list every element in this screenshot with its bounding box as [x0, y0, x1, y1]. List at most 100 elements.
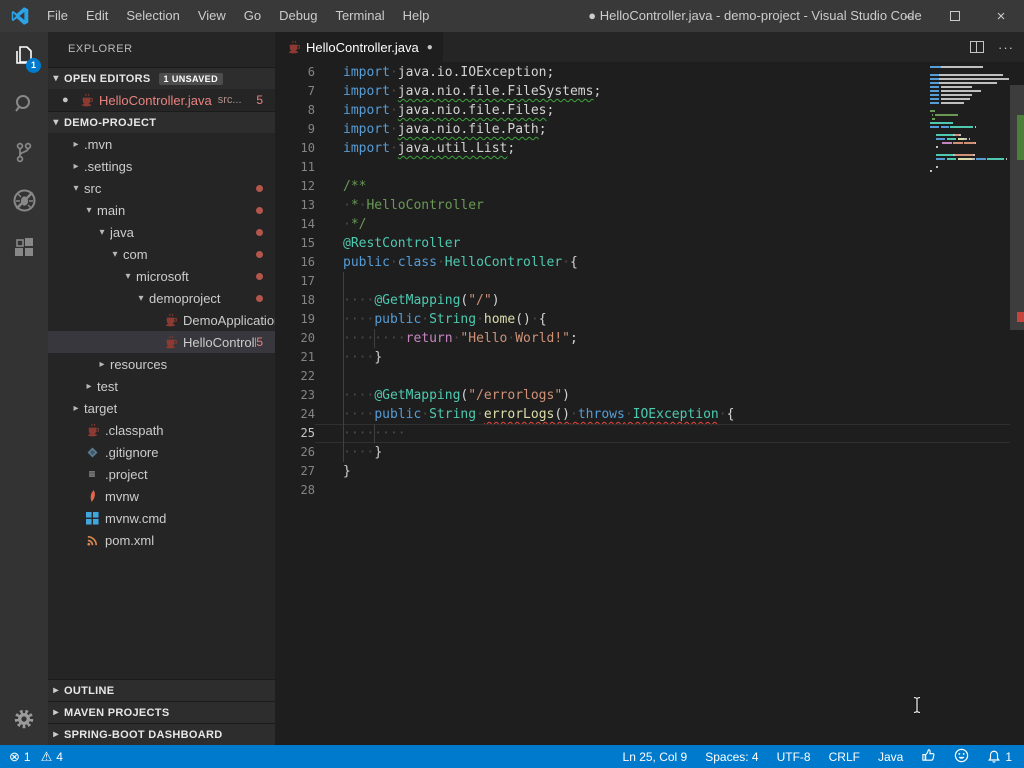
source-control-icon	[11, 139, 37, 165]
menu-selection[interactable]: Selection	[117, 0, 188, 32]
notifications[interactable]: 1	[987, 749, 1012, 764]
feedback-smiley[interactable]	[954, 748, 969, 766]
activity-extensions[interactable]	[0, 224, 48, 272]
menu-edit[interactable]: Edit	[77, 0, 117, 32]
open-editors-header[interactable]: ▾ OPEN EDITORS 1 UNSAVED	[48, 67, 275, 89]
menu-help[interactable]: Help	[394, 0, 439, 32]
menu-file[interactable]: File	[38, 0, 77, 32]
tree-item-hellocontrolle[interactable]: HelloControlle...5	[48, 331, 275, 353]
code-line-9[interactable]: 9import·java.nio.file.Path;	[275, 120, 1010, 139]
code-line-21[interactable]: 21····}	[275, 348, 1010, 367]
menu-terminal[interactable]: Terminal	[326, 0, 393, 32]
indentation[interactable]: Spaces: 4	[705, 750, 758, 764]
code-line-19[interactable]: 19····public·String·home()·{	[275, 310, 1010, 329]
tab-hellocontroller[interactable]: HelloController.java ●	[275, 32, 443, 62]
current-line-highlight	[315, 424, 1010, 443]
line-content: ········	[343, 424, 1010, 443]
line-content: @RestController	[343, 234, 1010, 253]
tree-item-resources[interactable]: ▸resources	[48, 353, 275, 375]
editor-scrollbar[interactable]	[1010, 62, 1024, 745]
code-line-8[interactable]: 8import·java.nio.file.Files;	[275, 101, 1010, 120]
menu-view[interactable]: View	[189, 0, 235, 32]
tree-item-com[interactable]: ▾com	[48, 243, 275, 265]
tree-item-pom-xml[interactable]: pom.xml	[48, 529, 275, 551]
tree-item-microsoft[interactable]: ▾microsoft	[48, 265, 275, 287]
tree-item-gitignore[interactable]: .gitignore	[48, 441, 275, 463]
code-line-20[interactable]: 20········return·"Hello·World!";	[275, 329, 1010, 348]
line-content: import·java.nio.file.FileSystems;	[343, 82, 1010, 101]
minimap[interactable]	[930, 66, 1008, 178]
tree-item-demoapplication-j[interactable]: DemoApplication.j...	[48, 309, 275, 331]
code-editor[interactable]: 6import·java.io.IOException;7import·java…	[275, 62, 1024, 745]
tree-item-java[interactable]: ▾java	[48, 221, 275, 243]
code-line-25[interactable]: 25········	[275, 424, 1010, 443]
tree-item-settings[interactable]: ▸.settings	[48, 155, 275, 177]
tree-item-mvn[interactable]: ▸.mvn	[48, 133, 275, 155]
debug-icon	[11, 187, 38, 214]
tree-item-project[interactable]: ≡.project	[48, 463, 275, 485]
code-line-17[interactable]: 17	[275, 272, 1010, 291]
explorer-badge: 1	[26, 58, 41, 73]
code-line-23[interactable]: 23····@GetMapping("/errorlogs")	[275, 386, 1010, 405]
code-line-13[interactable]: 13·*·HelloController	[275, 196, 1010, 215]
code-line-28[interactable]: 28	[275, 481, 1010, 500]
split-editor-icon[interactable]	[970, 41, 984, 53]
indent-guide	[343, 367, 344, 386]
minimize-button[interactable]: –	[886, 0, 932, 32]
tree-item-mvnw[interactable]: mvnw	[48, 485, 275, 507]
code-line-18[interactable]: 18····@GetMapping("/")	[275, 291, 1010, 310]
tree-item-main[interactable]: ▾main	[48, 199, 275, 221]
close-button[interactable]: ×	[978, 0, 1024, 32]
problems-status[interactable]: ⊗ 1 ⚠ 4	[9, 745, 63, 768]
indent-guide	[343, 405, 344, 424]
tree-item-label: .mvn	[84, 137, 112, 152]
git-file-icon	[84, 444, 100, 460]
title-bar: FileEditSelectionViewGoDebugTerminalHelp…	[0, 0, 1024, 32]
activity-debug[interactable]	[0, 176, 48, 224]
activity-bar: 1	[0, 32, 48, 745]
code-line-24[interactable]: 24····public·String·errorLogs()·throws·I…	[275, 405, 1010, 424]
cursor-position[interactable]: Ln 25, Col 9	[623, 750, 688, 764]
tree-item-demoproject[interactable]: ▾demoproject	[48, 287, 275, 309]
code-line-22[interactable]: 22	[275, 367, 1010, 386]
section-maven-projects[interactable]: ▸MAVEN PROJECTS	[48, 701, 275, 723]
tree-item-src[interactable]: ▾src	[48, 177, 275, 199]
code-line-12[interactable]: 12/**	[275, 177, 1010, 196]
activity-source-control[interactable]	[0, 128, 48, 176]
tree-item-classpath[interactable]: .classpath	[48, 419, 275, 441]
eol-sequence[interactable]: CRLF	[829, 750, 860, 764]
language-mode[interactable]: Java	[878, 750, 903, 764]
code-lines[interactable]: 6import·java.io.IOException;7import·java…	[275, 63, 1010, 500]
line-content: ····public·String·errorLogs()·throws·IOE…	[343, 405, 1010, 424]
menu-debug[interactable]: Debug	[270, 0, 326, 32]
code-line-14[interactable]: 14·*/	[275, 215, 1010, 234]
code-line-11[interactable]: 11	[275, 158, 1010, 177]
activity-settings[interactable]	[0, 707, 48, 731]
more-actions-icon[interactable]: ···	[998, 40, 1014, 55]
feedback-thumbs-up[interactable]	[921, 748, 936, 766]
tree-item-test[interactable]: ▸test	[48, 375, 275, 397]
file-tree: ▸.mvn▸.settings▾src▾main▾java▾com▾micros…	[48, 133, 275, 551]
project-header[interactable]: ▾ DEMO-PROJECT	[48, 111, 275, 133]
code-line-10[interactable]: 10import·java.util.List;	[275, 139, 1010, 158]
tree-item-mvnw-cmd[interactable]: mvnw.cmd	[48, 507, 275, 529]
maximize-button[interactable]	[932, 0, 978, 32]
line-content: ····}	[343, 348, 1010, 367]
modified-dot-icon	[256, 273, 263, 280]
overview-ruler-mark	[1017, 115, 1024, 160]
code-line-6[interactable]: 6import·java.io.IOException;	[275, 63, 1010, 82]
activity-search[interactable]	[0, 80, 48, 128]
code-line-26[interactable]: 26····}	[275, 443, 1010, 462]
menu-go[interactable]: Go	[235, 0, 270, 32]
tree-item-target[interactable]: ▸target	[48, 397, 275, 419]
activity-explorer[interactable]: 1	[0, 32, 48, 80]
code-line-16[interactable]: 16public·class·HelloController·{	[275, 253, 1010, 272]
encoding[interactable]: UTF-8	[777, 750, 811, 764]
open-editor-item[interactable]: ● HelloController.java src... 5	[48, 89, 275, 111]
code-line-27[interactable]: 27}	[275, 462, 1010, 481]
section-spring-boot-dashboard[interactable]: ▸SPRING-BOOT DASHBOARD	[48, 723, 275, 745]
section-outline[interactable]: ▸OUTLINE	[48, 679, 275, 701]
code-line-15[interactable]: 15@RestController	[275, 234, 1010, 253]
code-line-7[interactable]: 7import·java.nio.file.FileSystems;	[275, 82, 1010, 101]
line-number: 28	[275, 481, 315, 500]
